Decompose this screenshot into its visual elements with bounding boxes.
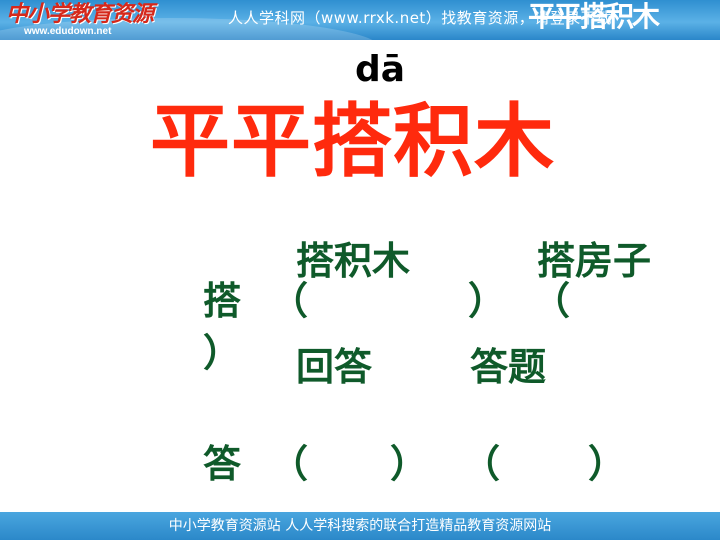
word-dajimu: 搭积木 xyxy=(296,239,411,283)
logo-mark: 中小学教育资源 xyxy=(6,1,154,27)
row3-open-paren-1: （ xyxy=(270,442,309,486)
row1-trailing-paren: ） xyxy=(203,331,242,375)
pinyin-label: dā xyxy=(355,49,406,90)
site-logo[interactable]: 中小学教育资源 www.edudown.net xyxy=(6,2,156,38)
row1-open-paren-1: （ xyxy=(270,279,309,323)
row3-open-paren-2: （ xyxy=(462,442,501,486)
char-da2: 答 xyxy=(203,442,242,486)
slide-title: 平平搭积木 xyxy=(150,95,555,188)
top-banner: 中小学教育资源 www.edudown.net 人人学科网（www.rrxk.n… xyxy=(0,0,720,40)
logo-url: www.edudown.net xyxy=(24,26,112,37)
footer-text: 中小学教育资源站 人人学科搜索的联合打造精品教育资源网站 xyxy=(168,518,552,534)
row3-close-paren-1: ） xyxy=(390,442,429,486)
word-dafangzi: 搭房子 xyxy=(537,239,652,283)
row1-close-paren-1: ） xyxy=(468,279,507,323)
row1-open-paren-2: （ xyxy=(532,279,571,323)
footer-bar: 中小学教育资源站 人人学科搜索的联合打造精品教育资源网站 xyxy=(0,512,720,540)
row3-close-paren-2: ） xyxy=(588,442,627,486)
word-huida: 回答 xyxy=(296,345,373,389)
char-da: 搭 xyxy=(203,279,242,323)
banner-overlay-title: 平平搭积木 xyxy=(528,0,660,33)
word-dati: 答题 xyxy=(470,345,547,389)
